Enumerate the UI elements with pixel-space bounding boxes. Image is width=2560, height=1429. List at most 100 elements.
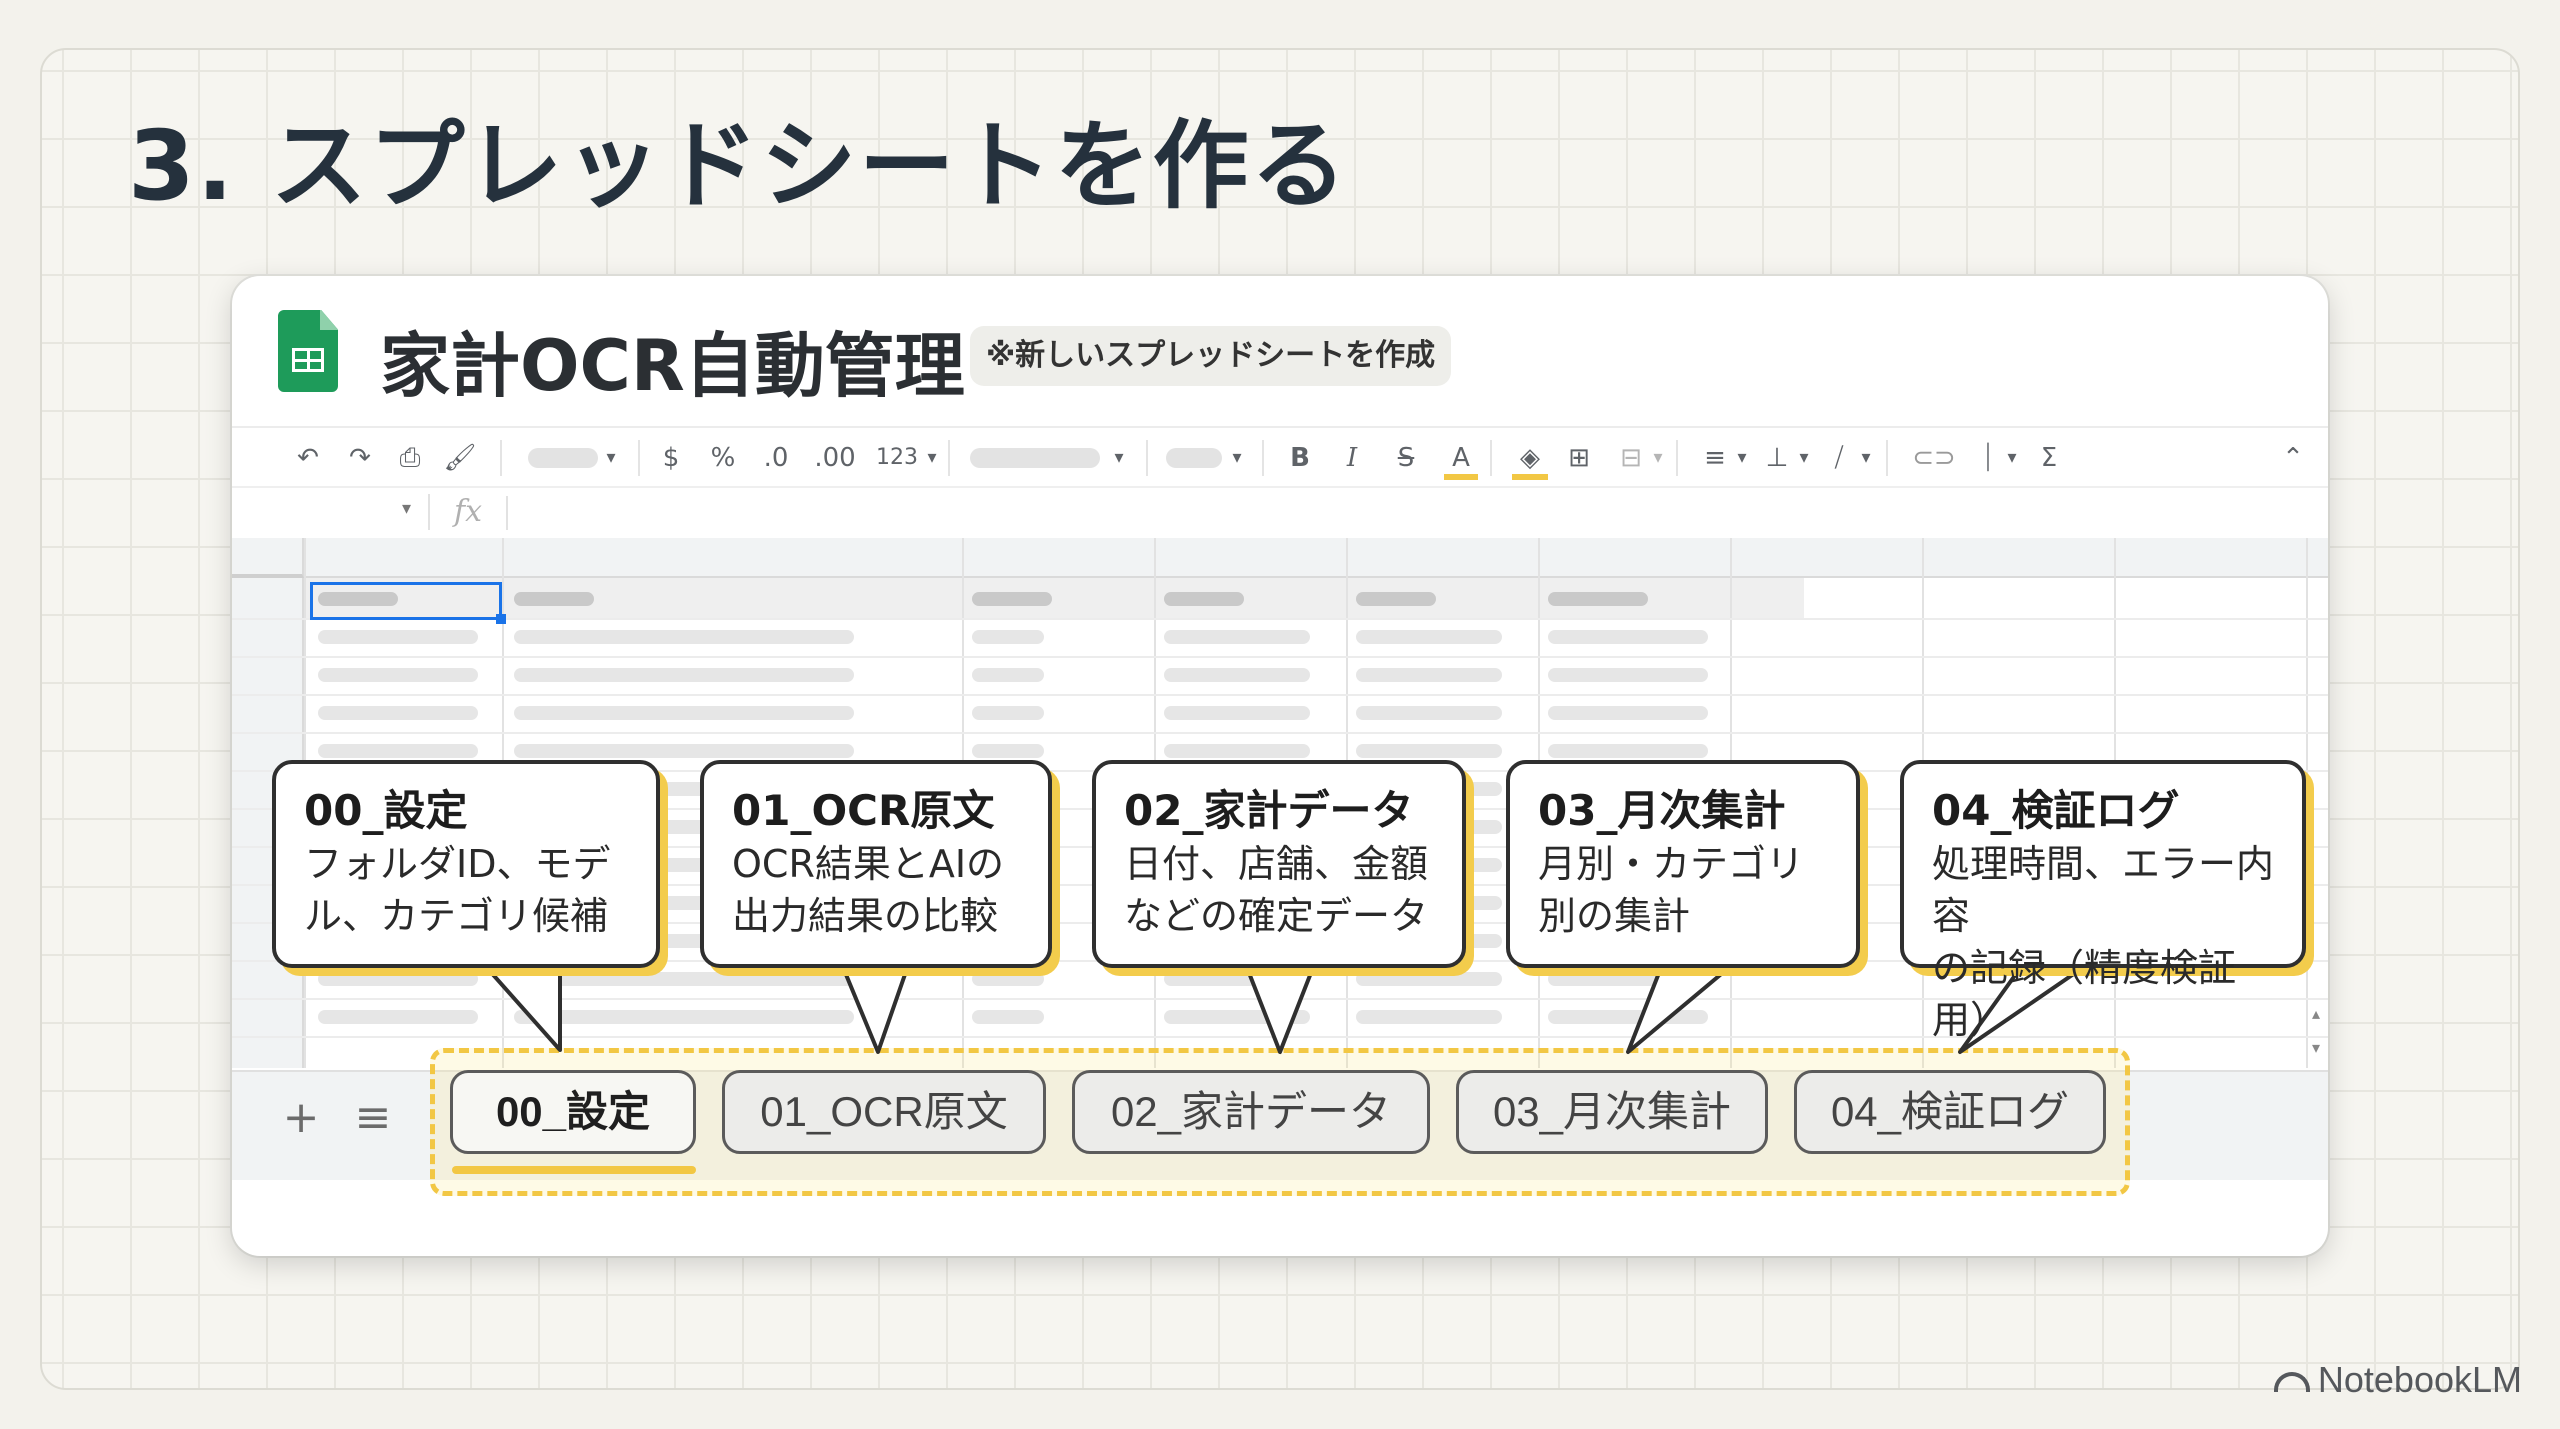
callout-00-settings: 00_設定 フォルダID、モデ ル、カテゴリ候補 — [272, 760, 660, 968]
sheet-tab-00-settings[interactable]: 00_設定 — [450, 1070, 696, 1154]
header-cell-placeholder — [1548, 592, 1648, 606]
header-cell-placeholder — [514, 592, 594, 606]
toolbar: ↶ ↷ ⎙ 🖌 ▾ $ % .0 .00 123 ▾ ▾ ▾ B I S A ◈… — [232, 426, 2328, 486]
decrease-decimal-icon[interactable]: .0 — [756, 440, 796, 476]
cell-placeholder — [318, 668, 478, 682]
fx-icon: fx — [454, 494, 483, 529]
callout-description: フォルダID、モデ ル、カテゴリ候補 — [304, 842, 611, 938]
fill-color-icon[interactable]: ◈ — [1512, 440, 1548, 476]
selected-cell[interactable] — [310, 582, 502, 620]
cell-placeholder — [1356, 744, 1502, 758]
functions-icon[interactable]: Σ — [2032, 440, 2066, 476]
borders-icon[interactable]: ⊞ — [1562, 440, 1596, 476]
cell-placeholder — [972, 972, 1044, 986]
chevron-down-icon[interactable]: ▾ — [1794, 440, 1814, 476]
chevron-down-icon[interactable]: ▾ — [1732, 440, 1752, 476]
cell-placeholder — [514, 668, 854, 682]
paint-format-icon[interactable]: 🖌 — [442, 440, 478, 476]
cell-placeholder — [318, 1010, 478, 1024]
cell-placeholder — [1356, 972, 1502, 986]
redo-icon[interactable]: ↷ — [342, 440, 378, 476]
italic-icon[interactable]: I — [1336, 440, 1368, 476]
scroll-up-icon[interactable]: ▴ — [2312, 1004, 2320, 1023]
link-icon[interactable]: ⊂⊃ — [1906, 440, 1962, 476]
callout-title: 01_OCR原文 — [732, 786, 995, 835]
chevron-down-icon[interactable]: ▾ — [600, 440, 622, 476]
header-cell-placeholder — [1356, 592, 1436, 606]
callout-03-monthly-summary: 03_月次集計 月別・カテゴリ 別の集計 — [1506, 760, 1860, 968]
cell-placeholder — [318, 706, 478, 720]
cell-placeholder — [1548, 630, 1708, 644]
zoom-dropdown[interactable] — [528, 448, 598, 468]
collapse-icon[interactable]: ⌃ — [2276, 440, 2310, 476]
filter-icon[interactable]: ⏐ — [1974, 440, 2002, 476]
cell-placeholder — [1164, 744, 1310, 758]
google-sheets-icon[interactable] — [278, 310, 338, 392]
cell-placeholder — [514, 706, 854, 720]
chevron-down-icon[interactable]: ▾ — [2002, 440, 2022, 476]
sheet-tab-02-household-data[interactable]: 02_家計データ — [1072, 1070, 1430, 1154]
cell-placeholder — [1356, 706, 1502, 720]
callout-description: 日付、店舗、金額 などの確定データ — [1124, 842, 1429, 938]
cell-placeholder — [972, 668, 1044, 682]
cell-placeholder — [1164, 972, 1310, 986]
cell-placeholder — [1548, 706, 1708, 720]
callout-description: 月別・カテゴリ 別の集計 — [1538, 842, 1805, 938]
select-all-corner[interactable] — [232, 538, 304, 578]
chevron-down-icon[interactable]: ▾ — [1648, 440, 1668, 476]
font-dropdown[interactable] — [970, 448, 1100, 468]
callout-02-household-data: 02_家計データ 日付、店舗、金額 などの確定データ — [1092, 760, 1466, 968]
chevron-down-icon[interactable]: ▾ — [1856, 440, 1876, 476]
notebooklm-watermark: NotebookLM — [2273, 1359, 2522, 1401]
column-header-row — [304, 538, 2328, 578]
currency-icon[interactable]: $ — [656, 440, 686, 476]
sheet-tab-01-ocr-original[interactable]: 01_OCR原文 — [722, 1070, 1046, 1154]
sheet-tab-04-verification-log[interactable]: 04_検証ログ — [1794, 1070, 2106, 1154]
new-sheet-note: ※新しいスプレッドシートを作成 — [970, 326, 1452, 386]
callout-title: 00_設定 — [304, 786, 468, 835]
bold-icon[interactable]: B — [1284, 440, 1316, 476]
formula-input[interactable] — [522, 496, 2312, 530]
number-format-dropdown[interactable]: 123 — [870, 440, 924, 476]
text-rotation-icon[interactable]: ⧸ — [1822, 440, 1856, 476]
callout-description: OCR結果とAIの 出力結果の比較 — [732, 842, 1005, 938]
percent-icon[interactable]: % — [706, 440, 740, 476]
chevron-down-icon[interactable]: ▾ — [922, 440, 942, 476]
cell-placeholder — [1164, 630, 1310, 644]
cell-placeholder — [318, 972, 478, 986]
cell-placeholder — [1164, 1010, 1310, 1024]
chevron-down-icon[interactable]: ▾ — [402, 498, 411, 519]
increase-decimal-icon[interactable]: .00 — [810, 440, 860, 476]
merge-cells-icon[interactable]: ⊟ — [1614, 440, 1648, 476]
chevron-down-icon[interactable]: ▾ — [1226, 440, 1248, 476]
cell-placeholder — [514, 1010, 854, 1024]
header-cell-placeholder — [1164, 592, 1244, 606]
horizontal-align-icon[interactable]: ≡ — [1698, 440, 1732, 476]
header-cell-placeholder — [972, 592, 1052, 606]
cell-placeholder — [318, 744, 478, 758]
callout-title: 04_検証ログ — [1932, 786, 2180, 835]
print-icon[interactable]: ⎙ — [392, 440, 428, 476]
formula-bar: ▾ fx — [232, 486, 2328, 538]
callout-title: 03_月次集計 — [1538, 786, 1786, 835]
cell-placeholder — [1356, 630, 1502, 644]
document-title[interactable]: 家計OCR自動管理 — [380, 310, 965, 411]
slide-title: 3. スプレッドシートを作る — [128, 110, 1349, 222]
fill-handle[interactable] — [496, 614, 506, 624]
callout-description: 処理時間、エラー内容 の記録（精度検証用） — [1932, 842, 2275, 1042]
sheet-tab-03-monthly-summary[interactable]: 03_月次集計 — [1456, 1070, 1768, 1154]
add-sheet-button[interactable]: + — [276, 1092, 326, 1143]
cell-placeholder — [1164, 706, 1310, 720]
callout-04-verification-log: 04_検証ログ 処理時間、エラー内容 の記録（精度検証用） — [1900, 760, 2306, 1042]
cell-placeholder — [514, 744, 854, 758]
active-tab-underline — [452, 1166, 696, 1174]
font-size-dropdown[interactable] — [1166, 448, 1222, 468]
all-sheets-menu-button[interactable]: ≡ — [348, 1092, 398, 1143]
strikethrough-icon[interactable]: S — [1390, 440, 1422, 476]
vertical-align-icon[interactable]: ⊥ — [1760, 440, 1794, 476]
scroll-down-icon[interactable]: ▾ — [2312, 1038, 2320, 1057]
undo-icon[interactable]: ↶ — [290, 440, 326, 476]
chevron-down-icon[interactable]: ▾ — [1108, 440, 1130, 476]
text-color-icon[interactable]: A — [1444, 440, 1478, 476]
cell-placeholder — [318, 630, 478, 644]
